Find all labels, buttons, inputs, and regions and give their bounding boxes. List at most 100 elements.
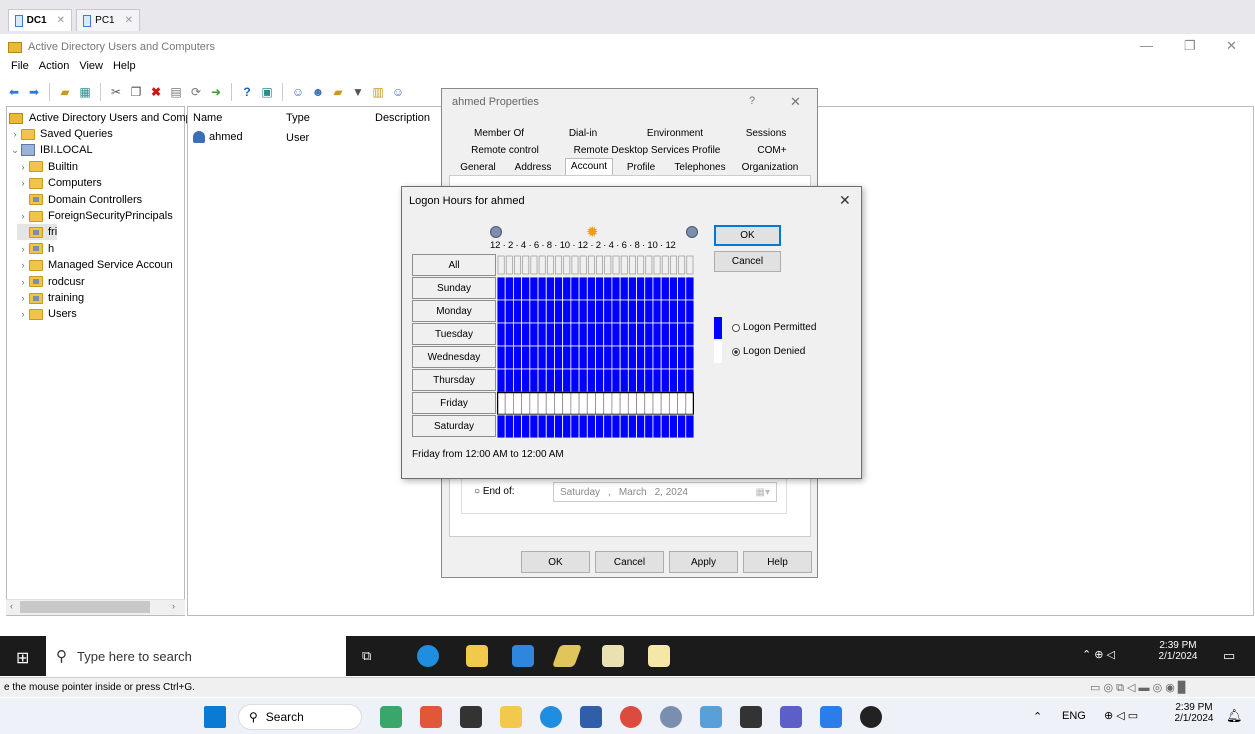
hour-cell[interactable] xyxy=(652,277,662,301)
hour-cell[interactable] xyxy=(644,368,654,393)
hour-cell[interactable] xyxy=(677,322,687,347)
hour-cell[interactable] xyxy=(611,277,621,301)
hour-cell[interactable] xyxy=(660,391,670,416)
hour-cell[interactable] xyxy=(668,368,678,393)
tree-item[interactable]: › Builtin xyxy=(17,159,78,175)
hour-cell[interactable] xyxy=(529,345,539,370)
refresh-icon[interactable]: ⟳ xyxy=(188,84,204,100)
tab-com-plus[interactable]: COM+ xyxy=(752,145,792,156)
hour-cell[interactable] xyxy=(619,414,629,438)
hour-cell[interactable] xyxy=(652,391,662,416)
hour-cell[interactable] xyxy=(554,277,564,301)
hour-cell[interactable] xyxy=(504,345,514,370)
hour-cell[interactable] xyxy=(685,322,694,347)
hour-cell[interactable] xyxy=(660,345,670,370)
menu-action[interactable]: Action xyxy=(39,60,70,78)
hour-cell[interactable] xyxy=(504,277,514,301)
day-button-sunday[interactable]: Sunday xyxy=(412,277,496,299)
hour-column-button[interactable] xyxy=(653,255,661,275)
cancel-button[interactable]: Cancel xyxy=(595,551,664,573)
hour-cell[interactable] xyxy=(513,322,523,347)
store-icon[interactable] xyxy=(580,706,602,728)
hour-cell[interactable] xyxy=(554,414,564,438)
hour-cell[interactable] xyxy=(554,368,564,393)
hour-cell[interactable] xyxy=(586,322,596,347)
hour-cell[interactable] xyxy=(537,414,547,438)
hour-cell[interactable] xyxy=(685,414,694,438)
tree-item[interactable]: › Computers xyxy=(17,175,102,191)
logon-hours-grid[interactable] xyxy=(497,277,694,438)
hour-cell[interactable] xyxy=(586,345,596,370)
tab-remote-control[interactable]: Remote control xyxy=(466,145,544,156)
close-icon[interactable]: ✕ xyxy=(790,94,801,110)
notification-icon[interactable]: ▭ xyxy=(1223,648,1235,664)
tray-icons[interactable]: ⌃ ⊕ ◁ xyxy=(1082,648,1115,661)
hour-cell[interactable] xyxy=(554,391,564,416)
tree-item[interactable]: › rodcusr xyxy=(17,274,85,290)
hour-cell[interactable] xyxy=(529,414,539,438)
hour-cell[interactable] xyxy=(619,299,629,324)
tab-environment[interactable]: Environment xyxy=(640,128,710,139)
chevron-right-icon[interactable]: › xyxy=(17,178,29,188)
close-icon[interactable]: ✕ xyxy=(1226,38,1237,54)
hour-cell[interactable] xyxy=(677,277,687,301)
find-icon[interactable]: ▥ xyxy=(370,84,386,100)
tab-organization[interactable]: Organization xyxy=(740,162,800,173)
hour-cell[interactable] xyxy=(677,391,687,416)
hour-cell[interactable] xyxy=(513,299,523,324)
hour-cell[interactable] xyxy=(578,391,588,416)
windows-start-icon[interactable] xyxy=(204,706,226,728)
hour-cell[interactable] xyxy=(636,322,646,347)
day-button-wednesday[interactable]: Wednesday xyxy=(412,346,496,368)
hour-cell[interactable] xyxy=(537,391,547,416)
forward-arrow-icon[interactable]: ➡ xyxy=(26,84,42,100)
hour-cell[interactable] xyxy=(537,345,547,370)
hour-cell[interactable] xyxy=(636,345,646,370)
teams-icon[interactable] xyxy=(780,706,802,728)
hour-cell[interactable] xyxy=(504,391,514,416)
notepad-icon[interactable] xyxy=(648,645,670,667)
server-manager-icon[interactable] xyxy=(512,645,534,667)
day-button-saturday[interactable]: Saturday xyxy=(412,415,496,437)
chevron-right-icon[interactable]: › xyxy=(17,260,29,270)
network-volume-battery-icons[interactable]: ⊕ ◁ ▭ xyxy=(1104,709,1138,722)
tab-sessions[interactable]: Sessions xyxy=(740,128,792,139)
hour-cell[interactable] xyxy=(570,299,580,324)
hour-cell[interactable] xyxy=(497,299,506,324)
tree-item[interactable]: ⌄ IBI.LOCAL xyxy=(9,142,93,158)
hour-column-button[interactable] xyxy=(604,255,612,275)
hour-cell[interactable] xyxy=(521,391,531,416)
edge-icon[interactable] xyxy=(417,645,439,667)
new-user-icon[interactable]: ☺ xyxy=(290,84,306,100)
hour-cell[interactable] xyxy=(545,277,555,301)
hour-cell[interactable] xyxy=(603,299,613,324)
media-player-icon[interactable] xyxy=(860,706,882,728)
tree-item[interactable]: › h xyxy=(17,241,55,257)
hour-cell[interactable] xyxy=(611,299,621,324)
chevron-right-icon[interactable]: › xyxy=(17,211,29,221)
hour-cell[interactable] xyxy=(636,414,646,438)
chevron-right-icon[interactable]: › xyxy=(9,129,21,139)
hour-cell[interactable] xyxy=(595,277,605,301)
hour-cell[interactable] xyxy=(529,277,539,301)
hour-column-button[interactable] xyxy=(612,255,620,275)
tab-member-of[interactable]: Member Of xyxy=(470,128,528,139)
end-of-radio[interactable]: ○ End of: xyxy=(474,486,515,497)
hour-column-button[interactable] xyxy=(678,255,686,275)
hour-column-button[interactable] xyxy=(686,255,694,275)
hour-cell[interactable] xyxy=(570,414,580,438)
hour-cell[interactable] xyxy=(586,368,596,393)
up-folder-icon[interactable]: ▰ xyxy=(57,84,73,100)
hour-cell[interactable] xyxy=(611,414,621,438)
hour-column-buttons[interactable] xyxy=(497,254,694,276)
chrome-icon[interactable] xyxy=(620,706,642,728)
logon-denied-radio[interactable]: Logon Denied xyxy=(732,346,805,357)
widgets-icon[interactable] xyxy=(380,706,402,728)
hour-cell[interactable] xyxy=(603,322,613,347)
hour-cell[interactable] xyxy=(652,299,662,324)
hour-cell[interactable] xyxy=(513,277,523,301)
hour-cell[interactable] xyxy=(685,299,694,324)
hour-cell[interactable] xyxy=(603,368,613,393)
terminal-icon[interactable] xyxy=(740,706,762,728)
tab-profile[interactable]: Profile xyxy=(624,162,658,173)
